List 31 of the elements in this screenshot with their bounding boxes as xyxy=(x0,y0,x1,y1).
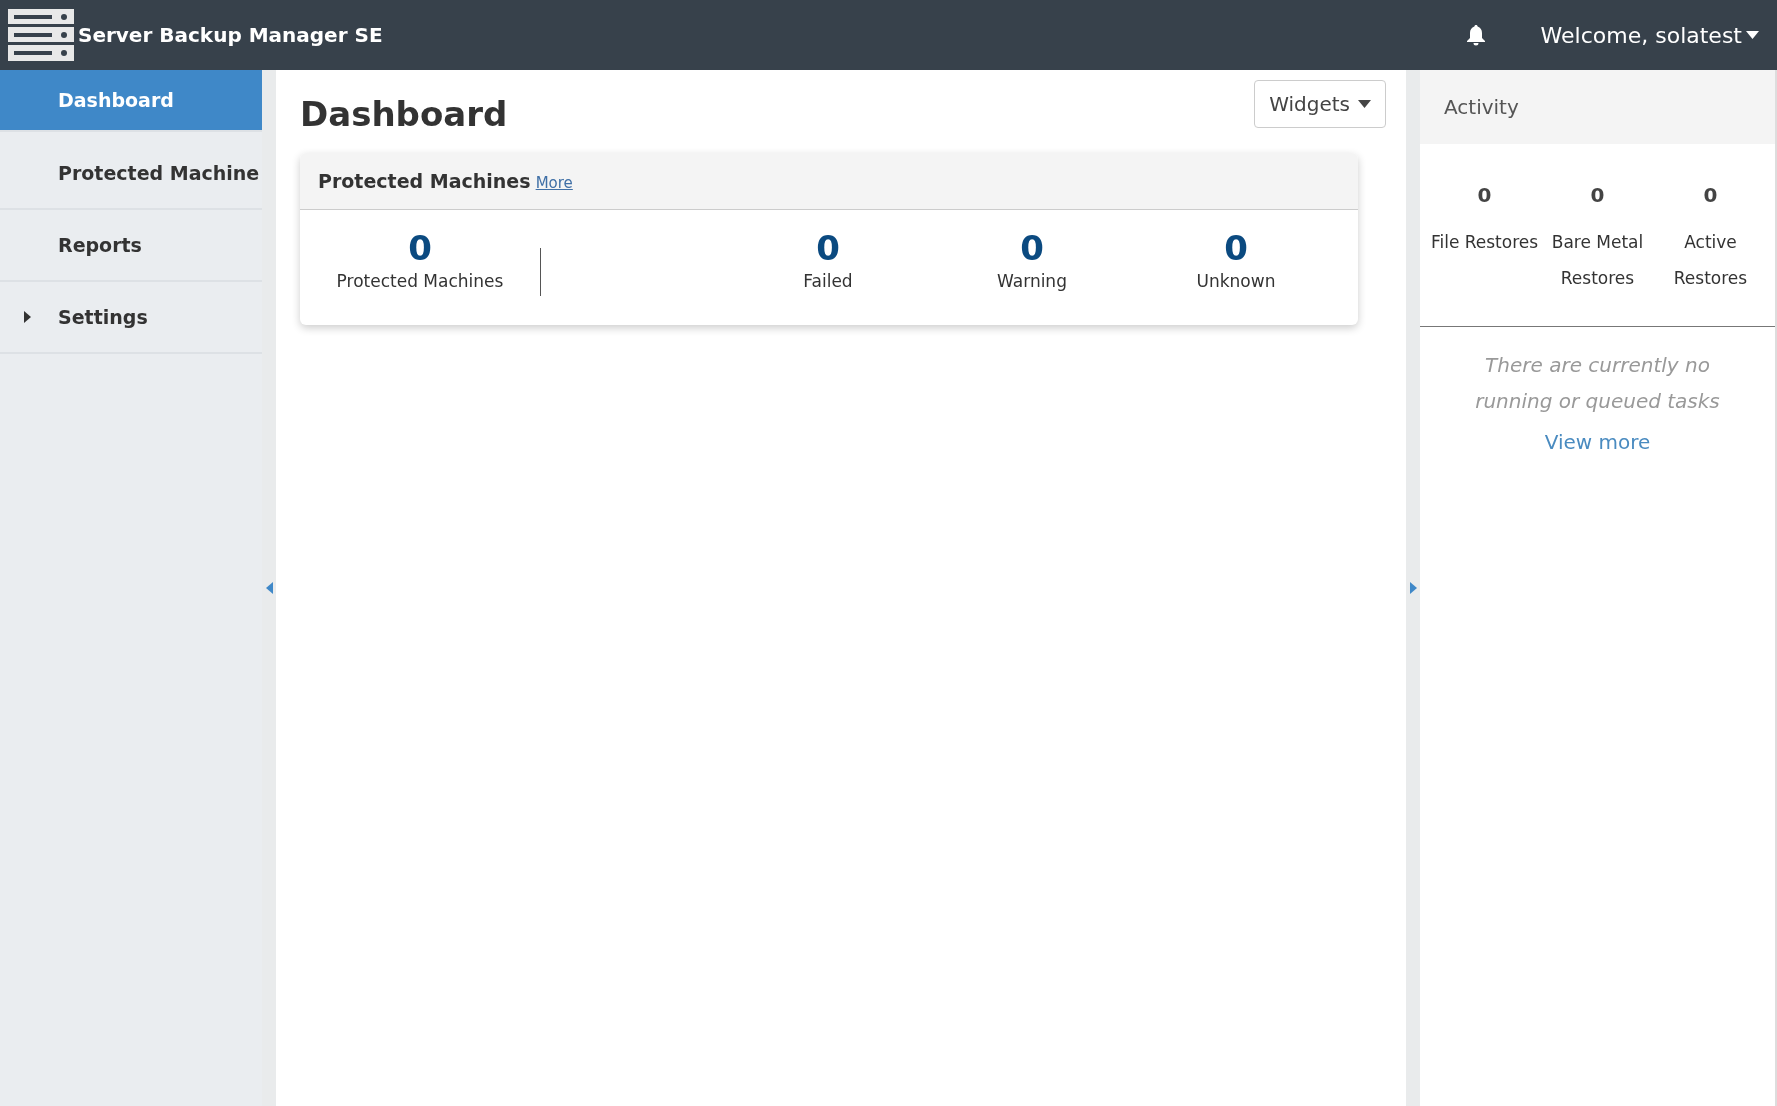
stat-label: Protected Machines xyxy=(335,270,505,294)
more-link[interactable]: More xyxy=(535,173,573,192)
counter-value: 0 xyxy=(1589,182,1606,209)
caret-icon xyxy=(1746,31,1759,39)
stat-value: 0 xyxy=(1019,228,1045,270)
collapse-right-icon[interactable] xyxy=(1409,582,1417,594)
view-more-link[interactable]: View more xyxy=(1544,430,1651,454)
collapse-left-icon[interactable] xyxy=(265,582,273,594)
widgets-button[interactable]: Widgets xyxy=(1254,80,1386,128)
counter-value: 0 xyxy=(1702,182,1719,209)
activity-title: Activity xyxy=(1420,70,1775,144)
counter-label: Active Restores xyxy=(1672,231,1749,290)
empty-message: There are currently no running or queued tasks xyxy=(1474,352,1721,415)
widget-title: Protected Machines xyxy=(318,169,531,192)
caret-icon xyxy=(1358,100,1371,108)
stat-value: 0 xyxy=(1223,228,1249,270)
counter-value: 0 xyxy=(1476,182,1493,209)
sidebar-item[interactable]: Dashboard xyxy=(0,70,262,132)
stat-value: 0 xyxy=(815,228,841,270)
app-title: Server Backup Manager SE xyxy=(78,22,383,49)
stat-label: Failed xyxy=(802,270,854,294)
server-rack-icon xyxy=(8,9,74,61)
page-title: Dashboard xyxy=(300,93,508,135)
user-menu[interactable]: Welcome, solatest xyxy=(1534,17,1765,53)
counter-label: Bare Metal Restores xyxy=(1550,231,1645,290)
stat-label: Warning xyxy=(996,270,1068,294)
bell-icon[interactable] xyxy=(1464,24,1487,46)
stat-value: 0 xyxy=(407,228,433,270)
stat-label: Unknown xyxy=(1195,270,1277,294)
expand-caret-icon xyxy=(24,311,31,323)
counter-label: File Restores xyxy=(1429,231,1540,254)
